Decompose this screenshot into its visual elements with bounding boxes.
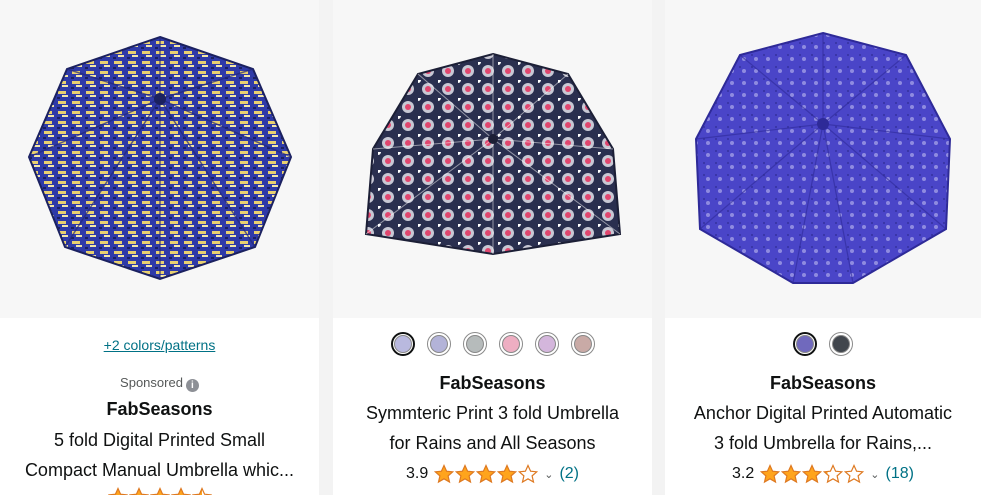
rating-row[interactable]: 3.9 ⌄ (2): [333, 464, 652, 484]
color-swatch[interactable]: [498, 332, 523, 356]
umbrella-image: [694, 31, 952, 284]
star-icon: [476, 464, 497, 484]
product-image[interactable]: [0, 0, 319, 318]
swatch-color: [537, 335, 556, 353]
info-icon[interactable]: i: [185, 379, 199, 392]
swatch-color: [832, 335, 850, 353]
star-icon: [128, 487, 149, 495]
color-swatch[interactable]: [390, 332, 415, 356]
sponsored-text: Sponsored: [120, 375, 183, 390]
title-line: Symmteric Print 3 fold Umbrella: [365, 403, 620, 423]
color-swatch[interactable]: [534, 332, 559, 356]
more-colors-link[interactable]: +2 colors/patterns: [0, 337, 319, 353]
star-rating[interactable]: [434, 464, 539, 484]
star-icon: [497, 464, 518, 484]
product-title[interactable]: Symmteric Print 3 fold Umbrella for Rain…: [333, 398, 652, 458]
chevron-down-icon[interactable]: ⌄: [870, 468, 879, 481]
swatch-color: [393, 335, 412, 353]
review-count-link[interactable]: (2): [559, 465, 579, 483]
star-icon: [802, 464, 823, 484]
product-card[interactable]: FabSeasons Anchor Digital Printed Automa…: [665, 0, 981, 495]
star-icon: [760, 464, 781, 484]
umbrella-image: [364, 52, 621, 256]
swatch-color: [573, 335, 592, 353]
umbrella-image: [27, 35, 292, 281]
star-icon: [844, 464, 865, 484]
star-icon: [781, 464, 802, 484]
title-line: 5 fold Digital Printed Small: [53, 430, 266, 450]
color-swatches: [665, 332, 981, 356]
color-swatch[interactable]: [793, 332, 817, 356]
color-swatch[interactable]: [829, 332, 853, 356]
star-rating[interactable]: [760, 464, 865, 484]
star-icon: [518, 464, 539, 484]
color-swatch[interactable]: [462, 332, 487, 356]
rating-row[interactable]: 3.2 ⌄ (18): [665, 464, 981, 484]
star-icon: [170, 487, 191, 495]
title-line: 3 fold Umbrella for Rains,...: [713, 433, 933, 453]
swatch-color: [796, 335, 814, 353]
color-swatch[interactable]: [426, 332, 451, 356]
product-card[interactable]: FabSeasons Symmteric Print 3 fold Umbrel…: [333, 0, 652, 495]
color-swatches: [333, 332, 652, 356]
star-icon: [149, 487, 170, 495]
swatch-color: [429, 335, 448, 353]
brand-name: FabSeasons: [439, 373, 546, 393]
title-line: Compact Manual Umbrella whic...: [24, 460, 295, 480]
brand-name: FabSeasons: [106, 399, 213, 419]
product-title[interactable]: Anchor Digital Printed Automatic 3 fold …: [665, 398, 981, 458]
swatch-color: [501, 335, 520, 353]
sponsored-label[interactable]: Sponsored i: [0, 375, 319, 392]
star-icon: [823, 464, 844, 484]
rating-row[interactable]: [0, 487, 319, 495]
star-icon: [191, 487, 212, 495]
swatch-color: [465, 335, 484, 353]
brand-name: FabSeasons: [769, 373, 877, 393]
product-card[interactable]: +2 colors/patterns Sponsored i FabSeasons…: [0, 0, 319, 495]
star-rating[interactable]: [107, 487, 212, 495]
star-icon: [455, 464, 476, 484]
title-line: for Rains and All Seasons: [389, 433, 596, 453]
product-image[interactable]: [333, 0, 652, 318]
rating-value: 3.2: [732, 465, 755, 482]
chevron-down-icon[interactable]: ⌄: [544, 468, 553, 481]
star-icon: [107, 487, 128, 495]
star-icon: [434, 464, 455, 484]
product-title[interactable]: 5 fold Digital Printed Small Compact Man…: [0, 425, 319, 485]
rating-value: 3.9: [405, 465, 429, 482]
product-image[interactable]: [665, 0, 981, 318]
title-line: Anchor Digital Printed Automatic: [693, 403, 953, 423]
color-swatch[interactable]: [570, 332, 595, 356]
review-count-link[interactable]: (18): [886, 465, 914, 483]
